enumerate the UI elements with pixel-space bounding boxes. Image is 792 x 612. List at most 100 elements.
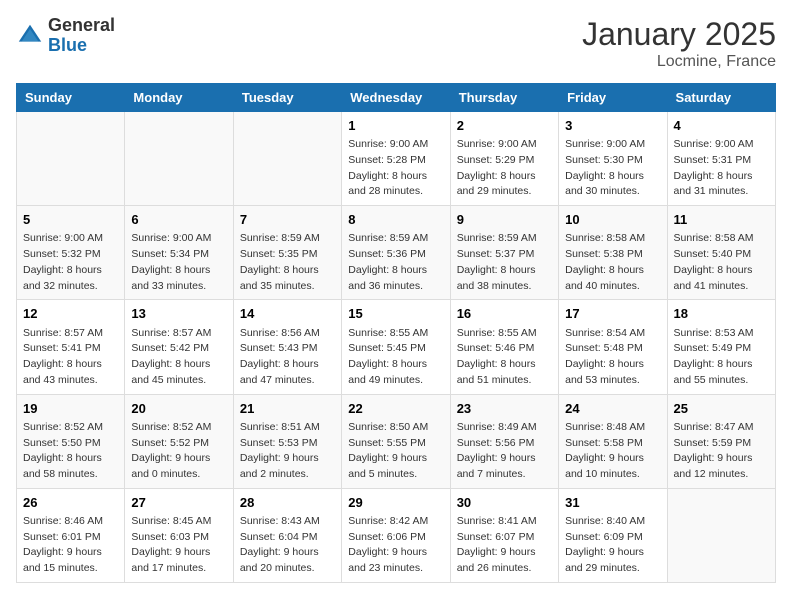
day-number: 3	[565, 117, 660, 135]
location-title: Locmine, France	[582, 53, 776, 71]
calendar-week-row: 12 Sunrise: 8:57 AM Sunset: 5:41 PM Dayli…	[17, 300, 776, 394]
day-info: Sunrise: 8:47 AM Sunset: 5:59 PM Dayligh…	[674, 420, 769, 483]
day-info: Sunrise: 8:46 AM Sunset: 6:01 PM Dayligh…	[23, 514, 118, 577]
calendar-cell: 17 Sunrise: 8:54 AM Sunset: 5:48 PM Dayli…	[559, 300, 667, 394]
day-number: 30	[457, 494, 552, 512]
day-info: Sunrise: 8:52 AM Sunset: 5:52 PM Dayligh…	[131, 420, 226, 483]
calendar-cell: 25 Sunrise: 8:47 AM Sunset: 5:59 PM Dayli…	[667, 394, 775, 488]
day-number: 22	[348, 400, 443, 418]
calendar-cell: 28 Sunrise: 8:43 AM Sunset: 6:04 PM Dayli…	[233, 488, 341, 582]
day-number: 23	[457, 400, 552, 418]
page-header: General Blue January 2025 Locmine, Franc…	[16, 16, 776, 71]
calendar-cell: 22Sunrise: 8:50 AM Sunset: 5:55 PM Dayli…	[342, 394, 450, 488]
day-number: 1	[348, 117, 443, 135]
day-info: Sunrise: 9:00 AM Sunset: 5:34 PM Dayligh…	[131, 231, 226, 294]
logo-blue-text: Blue	[48, 35, 87, 55]
day-number: 9	[457, 211, 552, 229]
day-info: Sunrise: 8:52 AM Sunset: 5:50 PM Dayligh…	[23, 420, 118, 483]
day-info: Sunrise: 8:45 AM Sunset: 6:03 PM Dayligh…	[131, 514, 226, 577]
day-info: Sunrise: 8:55 AM Sunset: 5:46 PM Dayligh…	[457, 326, 552, 389]
calendar-cell: 1Sunrise: 9:00 AM Sunset: 5:28 PM Daylig…	[342, 112, 450, 206]
day-number: 10	[565, 211, 660, 229]
calendar-cell: 11 Sunrise: 8:58 AM Sunset: 5:40 PM Dayli…	[667, 206, 775, 300]
day-info: Sunrise: 8:59 AM Sunset: 5:37 PM Dayligh…	[457, 231, 552, 294]
day-info: Sunrise: 9:00 AM Sunset: 5:30 PM Dayligh…	[565, 137, 660, 200]
day-number: 31	[565, 494, 660, 512]
weekday-header-row: SundayMondayTuesdayWednesdayThursdayFrid…	[17, 84, 776, 112]
calendar-cell: 27Sunrise: 8:45 AM Sunset: 6:03 PM Dayli…	[125, 488, 233, 582]
calendar-cell: 19 Sunrise: 8:52 AM Sunset: 5:50 PM Dayli…	[17, 394, 125, 488]
day-info: Sunrise: 8:59 AM Sunset: 5:35 PM Dayligh…	[240, 231, 335, 294]
month-title: January 2025	[582, 16, 776, 53]
calendar-week-row: 5 Sunrise: 9:00 AM Sunset: 5:32 PM Daylig…	[17, 206, 776, 300]
day-info: Sunrise: 9:00 AM Sunset: 5:31 PM Dayligh…	[674, 137, 769, 200]
calendar-cell: 30 Sunrise: 8:41 AM Sunset: 6:07 PM Dayli…	[450, 488, 558, 582]
day-number: 4	[674, 117, 769, 135]
weekday-header-saturday: Saturday	[667, 84, 775, 112]
day-info: Sunrise: 8:58 AM Sunset: 5:40 PM Dayligh…	[674, 231, 769, 294]
day-info: Sunrise: 8:56 AM Sunset: 5:43 PM Dayligh…	[240, 326, 335, 389]
day-info: Sunrise: 8:40 AM Sunset: 6:09 PM Dayligh…	[565, 514, 660, 577]
calendar-cell: 10 Sunrise: 8:58 AM Sunset: 5:38 PM Dayli…	[559, 206, 667, 300]
logo: General Blue	[16, 16, 115, 56]
day-number: 11	[674, 211, 769, 229]
calendar-cell: 26Sunrise: 8:46 AM Sunset: 6:01 PM Dayli…	[17, 488, 125, 582]
day-info: Sunrise: 8:57 AM Sunset: 5:41 PM Dayligh…	[23, 326, 118, 389]
calendar-cell: 13Sunrise: 8:57 AM Sunset: 5:42 PM Dayli…	[125, 300, 233, 394]
day-info: Sunrise: 8:43 AM Sunset: 6:04 PM Dayligh…	[240, 514, 335, 577]
day-info: Sunrise: 8:54 AM Sunset: 5:48 PM Dayligh…	[565, 326, 660, 389]
weekday-header-thursday: Thursday	[450, 84, 558, 112]
day-info: Sunrise: 8:42 AM Sunset: 6:06 PM Dayligh…	[348, 514, 443, 577]
day-number: 17	[565, 305, 660, 323]
day-info: Sunrise: 8:48 AM Sunset: 5:58 PM Dayligh…	[565, 420, 660, 483]
calendar-cell: 14 Sunrise: 8:56 AM Sunset: 5:43 PM Dayli…	[233, 300, 341, 394]
calendar-week-row: 26Sunrise: 8:46 AM Sunset: 6:01 PM Dayli…	[17, 488, 776, 582]
day-number: 19	[23, 400, 118, 418]
day-number: 18	[674, 305, 769, 323]
day-number: 21	[240, 400, 335, 418]
day-number: 28	[240, 494, 335, 512]
day-info: Sunrise: 8:58 AM Sunset: 5:38 PM Dayligh…	[565, 231, 660, 294]
calendar-cell: 8Sunrise: 8:59 AM Sunset: 5:36 PM Daylig…	[342, 206, 450, 300]
day-number: 20	[131, 400, 226, 418]
calendar-cell: 18 Sunrise: 8:53 AM Sunset: 5:49 PM Dayli…	[667, 300, 775, 394]
calendar-cell: 21 Sunrise: 8:51 AM Sunset: 5:53 PM Dayli…	[233, 394, 341, 488]
day-info: Sunrise: 9:00 AM Sunset: 5:32 PM Dayligh…	[23, 231, 118, 294]
calendar-table: SundayMondayTuesdayWednesdayThursdayFrid…	[16, 83, 776, 583]
calendar-cell: 12 Sunrise: 8:57 AM Sunset: 5:41 PM Dayli…	[17, 300, 125, 394]
day-info: Sunrise: 8:59 AM Sunset: 5:36 PM Dayligh…	[348, 231, 443, 294]
calendar-cell: 4 Sunrise: 9:00 AM Sunset: 5:31 PM Daylig…	[667, 112, 775, 206]
day-number: 5	[23, 211, 118, 229]
weekday-header-tuesday: Tuesday	[233, 84, 341, 112]
day-info: Sunrise: 8:49 AM Sunset: 5:56 PM Dayligh…	[457, 420, 552, 483]
calendar-cell: 3 Sunrise: 9:00 AM Sunset: 5:30 PM Daylig…	[559, 112, 667, 206]
calendar-cell: 6Sunrise: 9:00 AM Sunset: 5:34 PM Daylig…	[125, 206, 233, 300]
weekday-header-monday: Monday	[125, 84, 233, 112]
calendar-cell: 20 Sunrise: 8:52 AM Sunset: 5:52 PM Dayli…	[125, 394, 233, 488]
title-section: January 2025 Locmine, France	[582, 16, 776, 71]
day-number: 12	[23, 305, 118, 323]
day-info: Sunrise: 8:55 AM Sunset: 5:45 PM Dayligh…	[348, 326, 443, 389]
day-number: 14	[240, 305, 335, 323]
calendar-cell	[17, 112, 125, 206]
logo-text: General Blue	[48, 16, 115, 56]
calendar-cell	[125, 112, 233, 206]
day-number: 25	[674, 400, 769, 418]
day-info: Sunrise: 8:51 AM Sunset: 5:53 PM Dayligh…	[240, 420, 335, 483]
calendar-cell: 2Sunrise: 9:00 AM Sunset: 5:29 PM Daylig…	[450, 112, 558, 206]
day-number: 16	[457, 305, 552, 323]
weekday-header-wednesday: Wednesday	[342, 84, 450, 112]
calendar-cell: 16 Sunrise: 8:55 AM Sunset: 5:46 PM Dayli…	[450, 300, 558, 394]
calendar-cell	[667, 488, 775, 582]
day-number: 13	[131, 305, 226, 323]
day-info: Sunrise: 8:41 AM Sunset: 6:07 PM Dayligh…	[457, 514, 552, 577]
day-info: Sunrise: 8:53 AM Sunset: 5:49 PM Dayligh…	[674, 326, 769, 389]
calendar-cell: 15Sunrise: 8:55 AM Sunset: 5:45 PM Dayli…	[342, 300, 450, 394]
weekday-header-sunday: Sunday	[17, 84, 125, 112]
day-number: 7	[240, 211, 335, 229]
calendar-week-row: 19 Sunrise: 8:52 AM Sunset: 5:50 PM Dayli…	[17, 394, 776, 488]
calendar-week-row: 1Sunrise: 9:00 AM Sunset: 5:28 PM Daylig…	[17, 112, 776, 206]
logo-icon	[16, 22, 44, 50]
day-number: 29	[348, 494, 443, 512]
calendar-cell: 31 Sunrise: 8:40 AM Sunset: 6:09 PM Dayli…	[559, 488, 667, 582]
